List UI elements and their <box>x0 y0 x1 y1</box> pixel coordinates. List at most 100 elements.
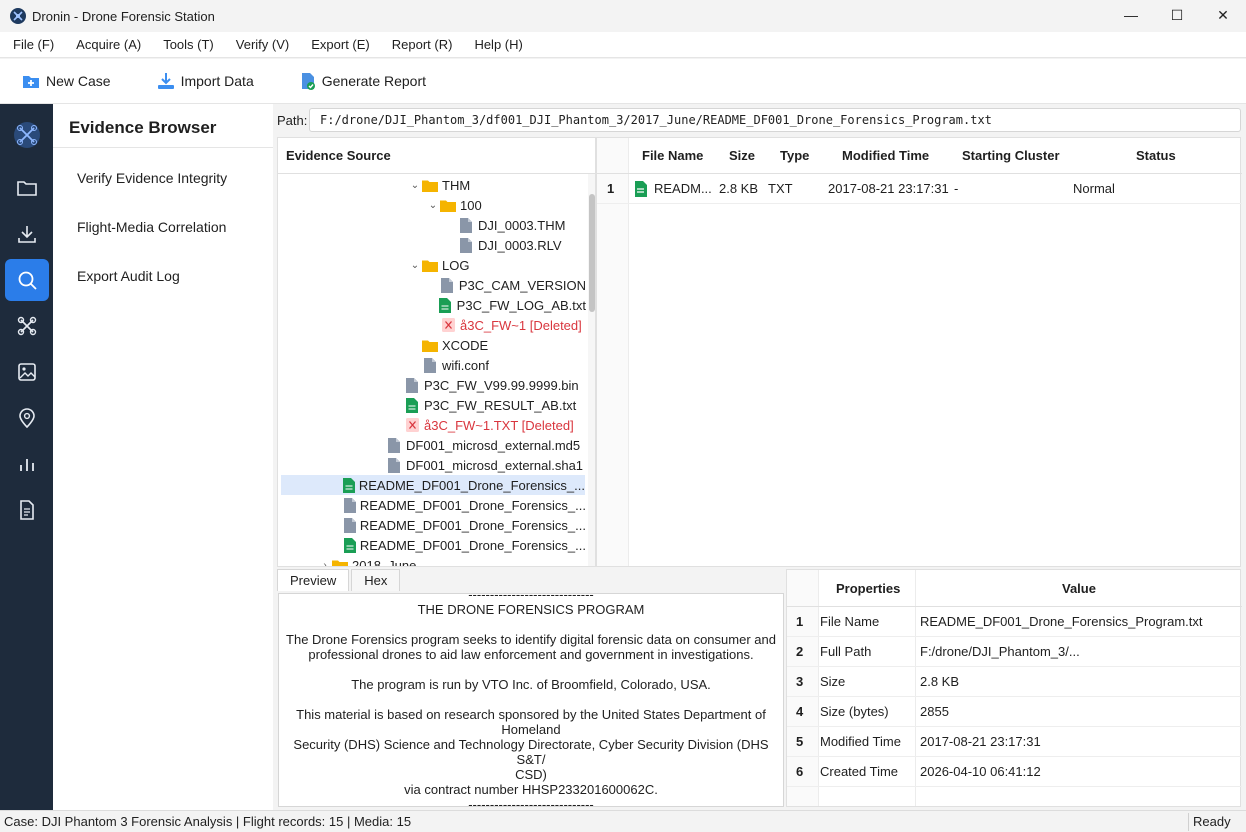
path-input[interactable]: F:/drone/DJI_Phantom_3/df001_DJI_Phantom… <box>309 108 1241 132</box>
property-value: F:/drone/DJI_Phantom_3/... <box>920 644 1080 659</box>
row-number: 5 <box>796 734 804 749</box>
col-value[interactable]: Value <box>1062 570 1096 607</box>
tree-file[interactable]: README_DF001_Drone_Forensics_... <box>278 495 586 515</box>
table-row[interactable]: 1 READM... 2.8 KB TXT 2017-08-21 23:17:3… <box>597 174 1242 204</box>
table-row[interactable]: 5 Modified Time 2017-08-21 23:17:31 <box>787 727 1242 757</box>
tree-folder[interactable]: XCODE <box>278 335 586 355</box>
tree-file[interactable]: DJI_0003.THM <box>278 215 586 235</box>
folder-icon[interactable] <box>5 167 49 209</box>
table-row[interactable]: 2 Full Path F:/drone/DJI_Phantom_3/... <box>787 637 1242 667</box>
tree-scroll-thumb[interactable] <box>589 194 595 312</box>
tree-file[interactable]: P3C_FW_V99.99.9999.bin <box>278 375 586 395</box>
minimize-button[interactable]: — <box>1108 0 1154 30</box>
property-value: 2.8 KB <box>920 674 960 689</box>
nav-item-flight-media-correlation[interactable]: Flight-Media Correlation <box>77 219 226 235</box>
search-icon[interactable] <box>5 259 49 301</box>
chevron-icon[interactable]: ⌄ <box>408 260 422 271</box>
chevron-icon[interactable]: ⌄ <box>408 180 422 191</box>
tree-file[interactable]: wifi.conf <box>278 355 586 375</box>
image-icon[interactable] <box>5 351 49 393</box>
tree-folder[interactable]: ⌄ LOG <box>278 255 586 275</box>
menu-verify[interactable]: Verify (V) <box>229 37 296 52</box>
tree-file[interactable]: README_DF001_Drone_Forensics_... <box>278 515 586 535</box>
new-case-button[interactable]: New Case <box>22 73 111 89</box>
maximize-button[interactable]: ☐ <box>1154 0 1200 30</box>
tree-folder[interactable]: ⌄ THM <box>278 175 586 195</box>
window-title: Dronin - Drone Forensic Station <box>32 8 215 24</box>
new-case-label: New Case <box>46 73 111 89</box>
tree-folder[interactable]: ⌄ 100 <box>278 195 586 215</box>
file-icon <box>439 277 455 293</box>
generate-report-button[interactable]: Generate Report <box>300 72 426 90</box>
col-size[interactable]: Size <box>729 138 755 174</box>
menu-help[interactable]: Help (H) <box>467 37 529 52</box>
menu-tools[interactable]: Tools (T) <box>156 37 221 52</box>
col-type[interactable]: Type <box>780 138 809 174</box>
new-folder-icon <box>23 76 39 88</box>
tree-file[interactable]: DJI_0003.RLV <box>278 235 586 255</box>
menu-file[interactable]: File (F) <box>6 37 61 52</box>
row-number: 1 <box>607 181 615 196</box>
tab-preview[interactable]: Preview <box>277 569 350 591</box>
col-status[interactable]: Status <box>1136 138 1176 174</box>
tree-item-label: 100 <box>460 197 482 213</box>
drone-icon[interactable] <box>5 305 49 347</box>
close-button[interactable]: ✕ <box>1200 0 1246 30</box>
col-modified-time[interactable]: Modified Time <box>842 138 929 174</box>
tree-item-label: README_DF001_Drone_Forensics_... <box>359 537 586 553</box>
tree-file[interactable]: å3C_FW~1 [Deleted] <box>278 315 586 335</box>
chevron-icon[interactable]: ⌄ <box>426 200 440 211</box>
menu-acquire[interactable]: Acquire (A) <box>69 37 148 52</box>
tree-file[interactable]: P3C_FW_RESULT_AB.txt <box>278 395 586 415</box>
bar-chart-icon[interactable] <box>5 443 49 485</box>
table-row[interactable]: 4 Size (bytes) 2855 <box>787 697 1242 727</box>
drone-logo-icon[interactable] <box>5 114 49 156</box>
file-icon <box>422 357 438 373</box>
tree-scrollbar[interactable] <box>588 174 595 566</box>
tree-file[interactable]: DF001_microsd_external.sha1 <box>278 455 586 475</box>
table-row[interactable]: 3 Size 2.8 KB <box>787 667 1242 697</box>
tree-file[interactable]: README_DF001_Drone_Forensics_... <box>278 535 586 555</box>
property-name: Created Time <box>820 764 899 779</box>
location-pin-icon[interactable] <box>5 397 49 439</box>
preview-line: This material is based on research spons… <box>296 707 766 722</box>
file-list-panel: File Name Size Type Modified Time Starti… <box>596 137 1242 567</box>
download-icon[interactable] <box>5 213 49 255</box>
tree-header: Evidence Source <box>278 138 595 174</box>
col-properties[interactable]: Properties <box>836 570 900 607</box>
property-name: Full Path <box>820 644 872 659</box>
tree-file[interactable]: README_DF001_Drone_Forensics_... <box>281 475 585 495</box>
tree-file[interactable]: P3C_CAM_VERSION <box>278 275 586 295</box>
preview-tabs: Preview Hex <box>277 569 785 593</box>
tab-hex[interactable]: Hex <box>351 569 401 591</box>
menu-export[interactable]: Export (E) <box>304 37 377 52</box>
nav-item-verify-integrity[interactable]: Verify Evidence Integrity <box>77 170 227 186</box>
tree-file[interactable]: å3C_FW~1.TXT [Deleted] <box>278 415 586 435</box>
col-file-name[interactable]: File Name <box>642 138 703 174</box>
table-row[interactable]: 1 File Name README_DF001_Drone_Forensics_P… <box>787 607 1242 637</box>
tree-item-label: wifi.conf <box>442 357 489 373</box>
table-row[interactable]: 6 Created Time 2026-04-10 06:41:12 <box>787 757 1242 787</box>
file-icon <box>343 497 356 513</box>
icon-rail <box>0 104 53 810</box>
file-icon <box>404 377 420 393</box>
tree-item-label: README_DF001_Drone_Forensics_... <box>359 497 586 513</box>
deleted-file-icon <box>440 317 456 333</box>
tree-file[interactable]: P3C_FW_LOG_AB.txt <box>278 295 586 315</box>
document-icon[interactable] <box>5 489 49 531</box>
property-value: README_DF001_Drone_Forensics_Program.txt <box>920 614 1203 629</box>
col-starting-cluster[interactable]: Starting Cluster <box>962 138 1060 174</box>
folder-icon <box>422 177 438 193</box>
row-number: 6 <box>796 764 804 779</box>
file-icon <box>458 237 474 253</box>
file-preview[interactable]: ----------------------------- THE DRONE F… <box>278 593 784 807</box>
menu-report[interactable]: Report (R) <box>385 37 460 52</box>
tree-folder[interactable]: › 2018_June <box>278 555 586 567</box>
import-data-button[interactable]: Import Data <box>157 72 254 90</box>
tree-item-label: THM <box>442 177 471 193</box>
file-icon <box>343 517 356 533</box>
nav-item-export-audit-log[interactable]: Export Audit Log <box>77 268 180 284</box>
chevron-icon[interactable]: › <box>318 560 332 567</box>
tree-item-label: P3C_FW_LOG_AB.txt <box>456 297 586 313</box>
tree-file[interactable]: DF001_microsd_external.md5 <box>278 435 586 455</box>
